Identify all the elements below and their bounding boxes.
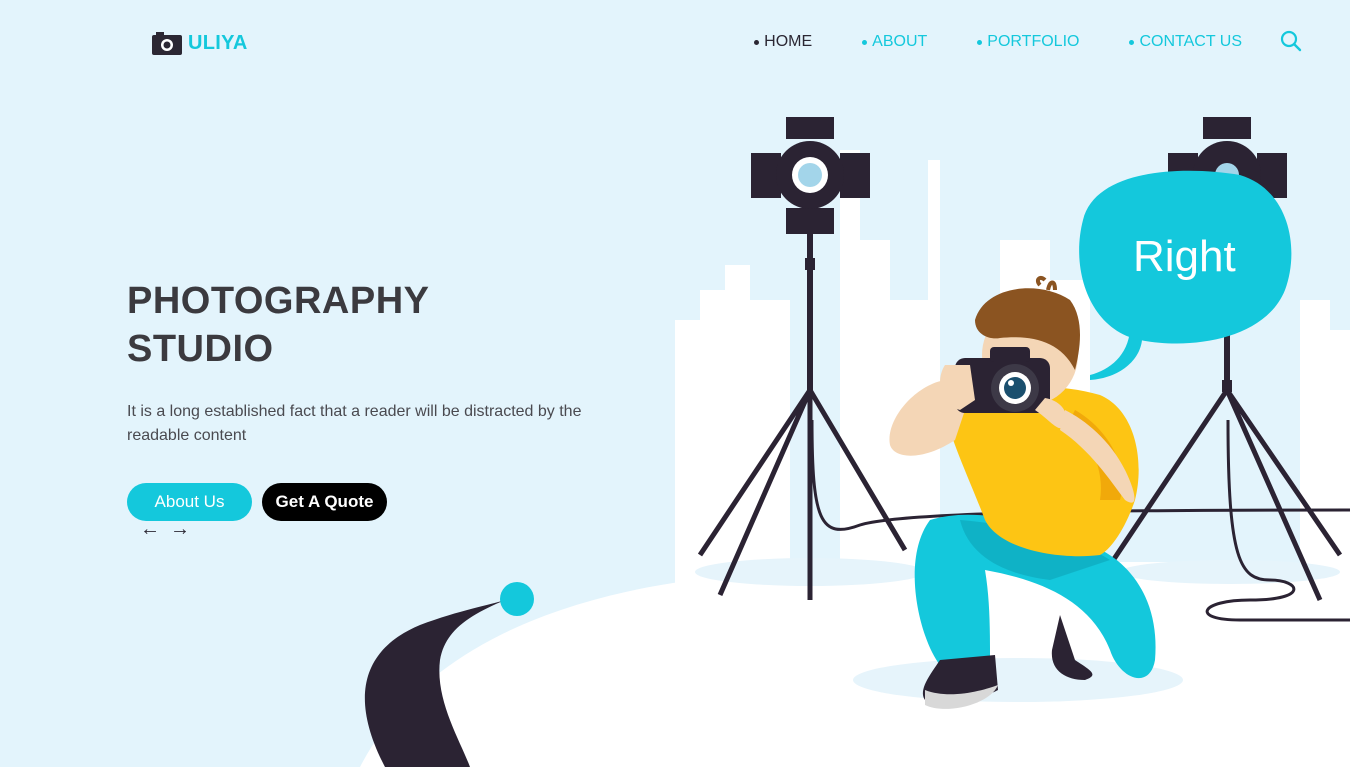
speech-bubble-text: Right xyxy=(1133,232,1236,281)
hero-description: It is a long established fact that a rea… xyxy=(127,403,582,444)
slider-arrows: ← → xyxy=(140,519,190,539)
nav-item-about[interactable]: ABOUT xyxy=(862,33,927,51)
bullet-icon xyxy=(754,39,760,45)
title-line-1: PHOTOGRAPHY xyxy=(127,280,430,322)
arrow-left-icon[interactable]: ← xyxy=(140,519,160,539)
skyline-shape xyxy=(675,150,1350,590)
main-nav: HOME ABOUT PORTFOLIO CONTACT US xyxy=(754,31,1242,53)
nav-item-contact[interactable]: CONTACT US xyxy=(1129,33,1242,51)
brand-logo[interactable]: ULIYA xyxy=(152,31,248,55)
get-quote-button[interactable]: Get A Quote xyxy=(262,483,387,521)
nav-label: HOME xyxy=(764,33,813,50)
left-studio-light xyxy=(697,117,1350,600)
search-icon[interactable] xyxy=(1280,30,1302,52)
nav-label: ABOUT xyxy=(872,33,928,50)
bullet-icon xyxy=(1129,39,1135,45)
bullet-icon xyxy=(977,39,983,45)
photographer-figure xyxy=(889,275,1156,709)
title-line-2: STUDIO xyxy=(127,328,274,370)
arrow-right-icon[interactable]: → xyxy=(170,519,190,539)
about-us-button[interactable]: About Us xyxy=(127,483,252,521)
page-title: PHOTOGRAPHY STUDIO xyxy=(127,277,430,373)
bullet-icon xyxy=(862,39,868,45)
nav-item-home[interactable]: HOME xyxy=(754,33,812,51)
camera-icon xyxy=(152,32,182,55)
hero-illustration xyxy=(360,117,1350,767)
nav-label: PORTFOLIO xyxy=(987,33,1080,50)
nav-item-portfolio[interactable]: PORTFOLIO xyxy=(977,33,1079,51)
brand-name: ULIYA xyxy=(188,31,248,54)
right-studio-light xyxy=(1107,117,1350,622)
nav-label: CONTACT US xyxy=(1139,33,1242,50)
